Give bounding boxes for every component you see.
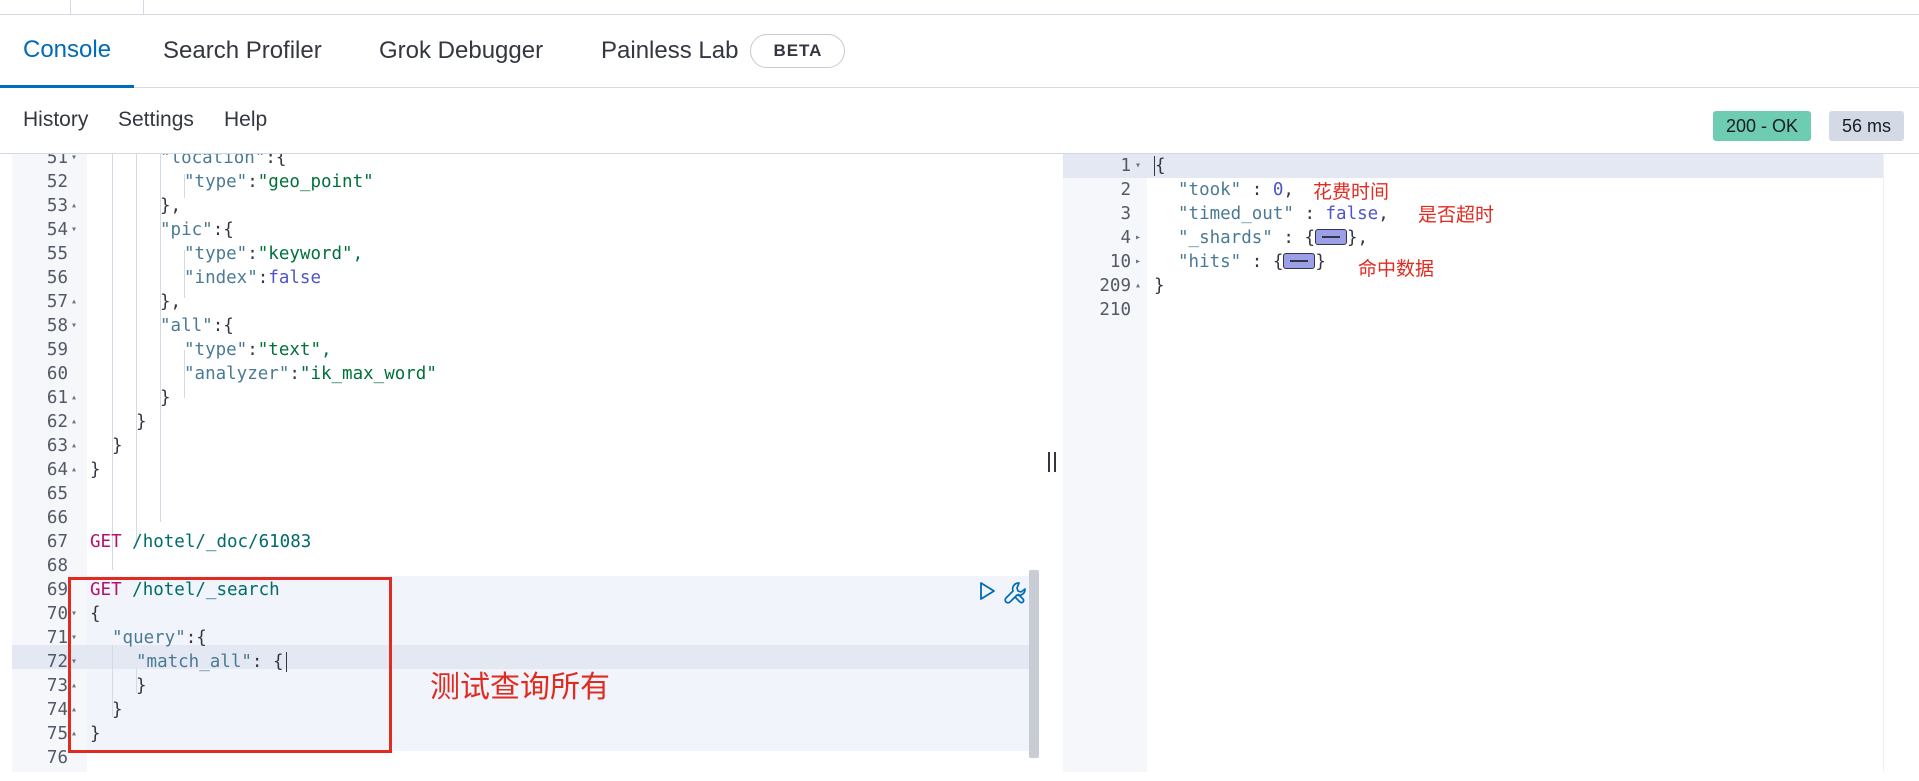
line-number: 72	[46, 652, 68, 672]
tab-search-profiler[interactable]: Search Profiler	[140, 15, 345, 87]
right-margin	[1883, 154, 1919, 772]
line-number: 209	[1099, 276, 1131, 296]
response-output[interactable]: 1 ▾{ 2 "took" : 0, 3 "timed_out" : false, 4…	[1063, 154, 1883, 772]
line-number: 1	[1120, 156, 1131, 176]
line-number: 70	[46, 604, 68, 624]
fold-toggle-icon[interactable]: ▴	[71, 434, 83, 458]
output-active-line	[1063, 154, 1883, 178]
tab-search-profiler-label: Search Profiler	[163, 37, 322, 64]
fold-toggle-icon[interactable]: ▴	[71, 290, 83, 314]
help-link[interactable]: Help	[224, 108, 267, 132]
line-number: 60	[46, 364, 68, 384]
line-number: 54	[46, 220, 68, 240]
top-separator	[70, 0, 71, 14]
line-number: 76	[46, 748, 68, 768]
status-badge: 200 - OK	[1713, 111, 1812, 141]
fold-toggle-icon[interactable]: ▸	[1135, 226, 1147, 250]
line-number: 4	[1120, 228, 1131, 248]
line-number: 53	[46, 196, 68, 216]
line-number: 10	[1109, 252, 1131, 272]
line-number: 51	[46, 154, 68, 168]
tab-console-label: Console	[23, 36, 112, 63]
collapsed-fold-icon[interactable]	[1314, 229, 1347, 245]
line-number: 52	[46, 172, 68, 192]
settings-link[interactable]: Settings	[118, 108, 194, 132]
line-number: 71	[46, 628, 68, 648]
indent-guide	[112, 154, 113, 570]
fold-toggle-icon[interactable]: ▴	[1135, 274, 1147, 298]
fold-toggle-icon[interactable]: ▴	[71, 410, 83, 434]
annotation-timed-out: 是否超时	[1418, 204, 1495, 226]
line-number: 68	[46, 556, 68, 576]
line-number: 210	[1099, 300, 1131, 320]
line-number: 62	[46, 412, 68, 432]
line-number: 73	[46, 676, 68, 696]
duration-badge: 56 ms	[1829, 111, 1905, 141]
line-number: 61	[46, 388, 68, 408]
line-number: 55	[46, 244, 68, 264]
line-number: 75	[46, 724, 68, 744]
fold-toggle-icon[interactable]: ▾	[71, 218, 83, 242]
play-icon[interactable]	[976, 580, 998, 602]
annotation-took: 花费时间	[1313, 181, 1390, 203]
line-number: 3	[1120, 204, 1131, 224]
annotation-box	[68, 577, 392, 753]
line-number: 56	[46, 268, 68, 288]
line-number: 57	[46, 292, 68, 312]
fold-toggle-icon[interactable]: ▾	[71, 154, 83, 170]
line-number: 66	[46, 508, 68, 528]
line-number: 67	[46, 532, 68, 552]
tab-painless-lab[interactable]: Painless Lab BETA	[578, 15, 868, 87]
fold-toggle-icon[interactable]: ▾	[1135, 154, 1147, 178]
line-number: 58	[46, 316, 68, 336]
tab-console[interactable]: Console	[0, 15, 135, 88]
collapsed-fold-icon[interactable]	[1283, 253, 1316, 269]
line-number: 2	[1120, 180, 1131, 200]
fold-toggle-icon[interactable]: ▴	[71, 386, 83, 410]
tab-grok-debugger-label: Grok Debugger	[379, 37, 544, 64]
dev-tools-tabs: Console Search Profiler Grok Debugger Pa…	[0, 15, 1919, 88]
line-number: 74	[46, 700, 68, 720]
annotation-test-query-all: 测试查询所有	[430, 670, 610, 705]
tab-painless-lab-label: Painless Lab	[601, 37, 739, 64]
panel-resizer[interactable]	[1041, 154, 1063, 772]
tab-grok-debugger[interactable]: Grok Debugger	[356, 15, 566, 87]
line-number: 64	[46, 460, 68, 480]
line-number: 63	[46, 436, 68, 456]
resize-grip-icon[interactable]	[1048, 452, 1056, 472]
annotation-hits: 命中数据	[1358, 258, 1435, 280]
fold-toggle-icon[interactable]: ▴	[71, 194, 83, 218]
line-number: 65	[46, 484, 68, 504]
editor-scrollbar[interactable]	[1029, 570, 1039, 758]
fold-toggle-icon[interactable]: ▸	[1135, 250, 1147, 274]
indent-guide	[136, 154, 137, 546]
fold-toggle-icon[interactable]: ▴	[71, 458, 83, 482]
top-separator	[143, 0, 144, 14]
fold-toggle-icon[interactable]: ▾	[71, 314, 83, 338]
wrench-icon[interactable]	[1003, 580, 1029, 606]
line-number: 59	[46, 340, 68, 360]
top-strip	[0, 0, 1919, 15]
console-toolbar: History Settings Help	[0, 88, 1919, 154]
beta-badge: BETA	[750, 34, 846, 68]
history-link[interactable]: History	[23, 108, 88, 132]
line-number: 69	[46, 580, 68, 600]
